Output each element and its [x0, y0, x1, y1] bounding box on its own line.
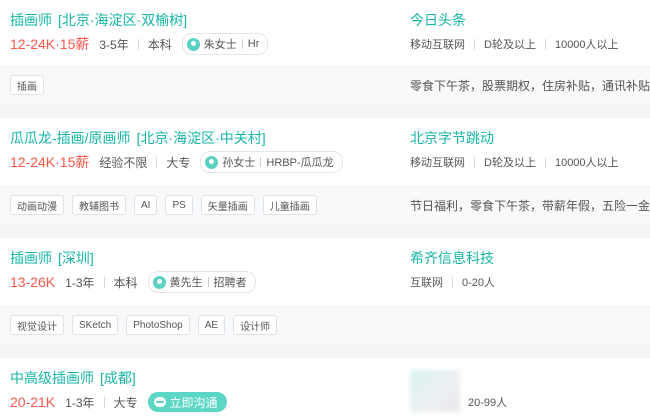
company-size: 10000人以上 [554, 157, 619, 169]
job-title-link[interactable]: 插画师 [北京·海淀区·双榆树] [10, 10, 187, 30]
company-meta: 移动互联网 D轮及以上 10000人以上 [410, 34, 619, 54]
salary: 12-24K·15薪 [10, 154, 90, 170]
company-size: 20-99人 [468, 397, 508, 409]
experience: 1-3年 [65, 275, 95, 290]
company-name[interactable]: 希齐信息科技 [410, 248, 494, 268]
company-meta: 互联网 0-20人 [410, 272, 495, 292]
job-title[interactable]: 插画师 [10, 12, 52, 28]
recruiter-name: 黄先生 [169, 277, 203, 289]
job-title[interactable]: 插画师 [10, 250, 52, 266]
divider [137, 38, 139, 50]
divider [474, 156, 475, 168]
education: 本科 [147, 37, 172, 52]
recruiter-badge[interactable]: 孙女士 HRBP-瓜瓜龙 [200, 151, 343, 173]
company-stage: D轮及以上 [484, 39, 536, 51]
job-title-link[interactable]: 插画师 [深圳] [10, 248, 94, 268]
company-industry: 移动互联网 [410, 157, 465, 169]
recruiter-name: 朱女士 [203, 39, 237, 51]
skill-tag: 设计师 [233, 315, 278, 335]
company-name[interactable]: 北京字节跳动 [410, 128, 494, 148]
job-card[interactable]: 插画师 [深圳] 13-26K 1-3年 本科 黄先生 招聘者 希齐信息科技 互联… [0, 238, 650, 344]
divider [156, 156, 158, 168]
job-card[interactable]: 插画师 [北京·海淀区·双榆树] 12-24K·15薪 3-5年 本科 朱女士 H… [0, 0, 650, 104]
company-benefits: 节日福利，零食下午茶，带薪年假，五险一金，六 [410, 199, 650, 213]
job-card-footer: 视觉设计 SKetch PhotoShop AE 设计师 [0, 306, 650, 344]
chat-now-button[interactable]: 立即沟通 [147, 392, 227, 412]
company-stage: D轮及以上 [484, 157, 536, 169]
skill-tag: PS [165, 195, 193, 215]
company-benefits: 零食下午茶，股票期权，住房补贴，通讯补贴，年 [410, 79, 650, 93]
company-size: 0-20人 [462, 277, 496, 289]
divider [260, 157, 262, 167]
education: 大专 [113, 395, 138, 410]
job-list: 插画师 [北京·海淀区·双榆树] 12-24K·15薪 3-5年 本科 朱女士 H… [0, 0, 650, 420]
job-location: [深圳] [58, 250, 94, 266]
recruiter-badge[interactable]: 朱女士 Hr [181, 33, 269, 55]
job-card[interactable]: 瓜瓜龙-插画/原画师 [北京·海淀区·中关村] 12-24K·15薪 经验不限 大… [0, 118, 650, 224]
divider [103, 396, 105, 408]
skill-tags: 插画 [10, 75, 44, 95]
job-meta: 20-21K 1-3年 大专 立即沟通 [10, 392, 227, 412]
recruiter-role: HRBP-瓜瓜龙 [266, 157, 334, 169]
job-meta: 12-24K·15薪 3-5年 本科 朱女士 Hr [10, 33, 269, 55]
job-title[interactable]: 瓜瓜龙-插画/原画师 [10, 130, 131, 146]
chat-now-label: 立即沟通 [169, 395, 218, 410]
company-meta: 移动互联网 D轮及以上 10000人以上 [410, 152, 619, 172]
skill-tag: 动画动漫 [10, 195, 64, 215]
education: 本科 [113, 275, 138, 290]
company-size: 10000人以上 [554, 39, 619, 51]
job-title-link[interactable]: 中高级插画师 [成都] [10, 368, 136, 388]
chat-bubble-icon [153, 397, 166, 407]
skill-tag: SKetch [72, 315, 119, 335]
job-title-link[interactable]: 瓜瓜龙-插画/原画师 [北京·海淀区·中关村] [10, 128, 266, 148]
company-name[interactable]: 今日头条 [410, 10, 466, 30]
job-meta: 13-26K 1-3年 本科 黄先生 招聘者 [10, 271, 256, 293]
skill-tag: 插画 [10, 75, 44, 95]
recruiter-role: 招聘者 [213, 277, 247, 289]
skill-tag: 矢量插画 [200, 195, 255, 215]
salary: 13-26K [10, 274, 56, 290]
education: 大专 [166, 155, 191, 170]
job-location: [北京·海淀区·双榆树] [58, 12, 188, 28]
experience: 1-3年 [65, 395, 95, 410]
skill-tag: PhotoShop [126, 315, 190, 335]
skill-tag: 儿童插画 [262, 195, 317, 215]
person-avatar-icon [152, 275, 166, 289]
person-avatar-icon [186, 37, 200, 51]
job-location: [北京·海淀区·中关村] [136, 130, 266, 146]
company-meta: 20-99人 [468, 392, 507, 412]
person-avatar-icon [205, 155, 219, 169]
job-card[interactable]: 中高级插画师 [成都] 20-21K 1-3年 大专 立即沟通 [0, 358, 650, 420]
job-title[interactable]: 中高级插画师 [10, 370, 94, 386]
job-meta: 12-24K·15薪 经验不限 大专 孙女士 HRBP-瓜瓜龙 [10, 151, 343, 173]
salary: 20-21K [10, 394, 56, 410]
recruiter-badge[interactable]: 黄先生 招聘者 [147, 271, 256, 293]
skill-tags: 动画动漫 教辅图书 AI PS 矢量插画 儿童插画 [10, 195, 317, 215]
job-card-footer: 插画 零食下午茶，股票期权，住房补贴，通讯补贴，年 [0, 66, 650, 104]
divider [474, 38, 475, 50]
company-logo-blurred[interactable] [410, 370, 460, 412]
salary: 12-24K·15薪 [10, 36, 90, 52]
skill-tags: 视觉设计 SKetch PhotoShop AE 设计师 [10, 315, 278, 335]
divider [544, 156, 546, 168]
divider [241, 39, 243, 49]
company-industry: 互联网 [410, 277, 443, 289]
skill-tag: AI [134, 195, 158, 215]
skill-tag: AE [197, 315, 226, 335]
job-location: [成都] [100, 370, 136, 386]
divider [207, 277, 209, 287]
experience: 3-5年 [99, 37, 129, 52]
recruiter-name: 孙女士 [222, 157, 256, 169]
experience: 经验不限 [99, 155, 148, 170]
recruiter-role: Hr [247, 38, 260, 50]
skill-tag: 视觉设计 [10, 315, 64, 335]
divider [452, 276, 453, 288]
company-industry: 移动互联网 [410, 39, 465, 51]
job-card-footer: 动画动漫 教辅图书 AI PS 矢量插画 儿童插画 节日福利，零食下午茶，带薪年… [0, 186, 650, 224]
skill-tag: 教辅图书 [72, 195, 126, 215]
divider [103, 276, 105, 288]
divider [544, 38, 546, 50]
